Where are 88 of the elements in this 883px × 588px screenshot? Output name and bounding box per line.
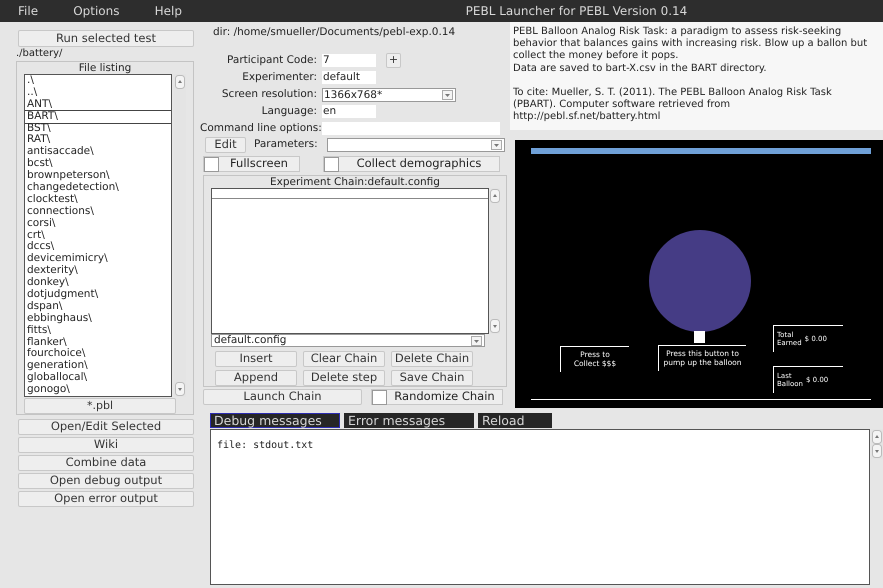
text-field[interactable]: 7 [322,54,376,67]
output-tab[interactable]: Debug messages [210,413,340,428]
directory-entry[interactable]: generation\ [27,360,172,372]
directory-entry[interactable]: clocktest\ [27,194,172,206]
side-button[interactable]: Open error output [18,491,194,507]
field-label: Experimenter: [241,70,318,85]
chain-button[interactable]: Save Chain [391,370,473,386]
scrollbar[interactable] [174,74,186,397]
scrollbar[interactable] [490,188,500,334]
dropdown-caret-icon [471,336,482,346]
scroll-down-icon[interactable] [490,319,500,333]
scrollbar[interactable] [871,429,883,459]
option-toggle[interactable]: Collect demographics [323,156,500,172]
scroll-down-icon[interactable] [175,382,186,396]
dropdown-caret-icon [442,90,453,100]
scroll-down-icon[interactable] [872,444,882,458]
directory-entry[interactable]: crt\ [27,230,172,242]
add-button[interactable]: + [386,53,401,68]
field-label: Parameters: [254,137,319,152]
directory-entry[interactable]: fourchoice\ [27,348,172,360]
directory-entry[interactable]: gonogo\ [27,384,172,396]
edit-button[interactable]: Edit [205,137,246,153]
config-select[interactable]: default.config [211,334,485,347]
directory-entry[interactable]: ebbinghaus\ [27,312,172,325]
field-label: Command line options: [200,120,322,136]
path-label: ./battery/ [16,47,64,61]
output-tab[interactable]: Reload [478,413,552,428]
description-text: PEBL Balloon Analog Risk Task: a paradigm to assess risk-seeking behavior that balances gains with increasing risk. Blow up a ballon but collect the money before it pops. Data are saved to bart-X.csv in the BART directory. To cite: Mueller, S. T. (2011). The PEBL Balloon Analog Risk Task (PBART). Computer software retrieved from http://pebl.sf.net/battery.html [510,22,883,130]
text-field[interactable]: en [322,105,376,118]
directory-entry[interactable]: ANT\ [27,98,172,111]
scroll-up-icon[interactable] [175,75,186,89]
filter-button[interactable]: *.pbl [24,398,176,414]
directory-entry[interactable]: fitts\ [27,324,172,337]
parameters-select[interactable] [327,138,505,152]
directory-entry[interactable]: devicemimicry\ [27,253,172,266]
field-label: Language: [260,104,318,119]
menu-item[interactable]: Options [73,2,120,20]
directory-entry[interactable]: dexterity\ [27,265,172,278]
dropdown-caret-icon [491,140,502,150]
text-field[interactable]: default [322,71,376,84]
directory-entry[interactable]: globallocal\ [27,372,172,384]
launch-chain-button[interactable]: Launch Chain [203,389,362,405]
directory-entry[interactable]: BART\ [25,110,172,123]
directory-label: dir: /home/smueller/Documents/pebl-exp.0.14 [212,25,456,39]
randomize-toggle[interactable]: Randomize Chain [371,389,503,405]
side-button[interactable]: Combine data [18,455,194,471]
chain-button[interactable]: Append [215,370,297,386]
directory-entry[interactable]: corsi\ [27,218,172,230]
field-label: Participant Code: [226,52,318,68]
checkbox[interactable] [204,156,219,172]
directory-entry[interactable]: dccs\ [27,241,172,254]
directory-entry[interactable]: changedetection\ [27,182,172,194]
log-text: file: stdout.txt [217,440,314,451]
chain-button[interactable]: Delete Chain [391,351,473,367]
directory-entry[interactable]: donkey\ [27,277,172,290]
directory-entry[interactable]: ..\ [27,86,172,99]
side-button[interactable]: Wiki [18,437,194,453]
directory-entry[interactable]: dspan\ [27,300,172,313]
chain-button[interactable]: Delete step [303,370,385,386]
window-title: PEBL Launcher for PEBL Version 0.14 [466,3,688,20]
run-test-button[interactable]: Run selected test [18,30,194,47]
chain-button[interactable]: Clear Chain [303,351,385,367]
resolution-select[interactable]: 1366x768* [322,88,456,102]
group-title: File listing [78,62,132,74]
chain-list[interactable] [211,188,489,334]
side-button[interactable]: Open debug output [18,473,194,489]
directory-entry[interactable]: connections\ [27,206,172,218]
directory-entry[interactable]: BST\ [27,122,172,134]
output-tab[interactable]: Error messages [344,413,474,428]
chain-button[interactable]: Insert [215,351,297,367]
directory-entry[interactable]: brownpeterson\ [27,170,172,182]
group-title: Experiment Chain:default.config [269,176,441,188]
option-toggle[interactable]: Fullscreen [203,156,300,172]
directory-entry[interactable]: flanker\ [27,336,172,348]
checkbox[interactable] [372,390,387,404]
scroll-up-icon[interactable] [490,189,500,203]
directory-entry[interactable]: antisaccade\ [27,146,172,158]
directory-entry[interactable]: RAT\ [27,134,172,146]
checkbox[interactable] [324,156,339,172]
menu-item[interactable]: Help [154,2,182,20]
field-label: Screen resolution: [220,86,318,102]
directory-entry[interactable]: bcst\ [27,158,172,170]
menu-item[interactable]: File [18,2,38,20]
side-button[interactable]: Open/Edit Selected [18,419,194,435]
directory-entry[interactable]: .\ [27,75,172,87]
directory-entry[interactable]: dotjudgment\ [27,289,172,301]
scroll-up-icon[interactable] [872,430,882,444]
text-field[interactable] [322,122,500,135]
